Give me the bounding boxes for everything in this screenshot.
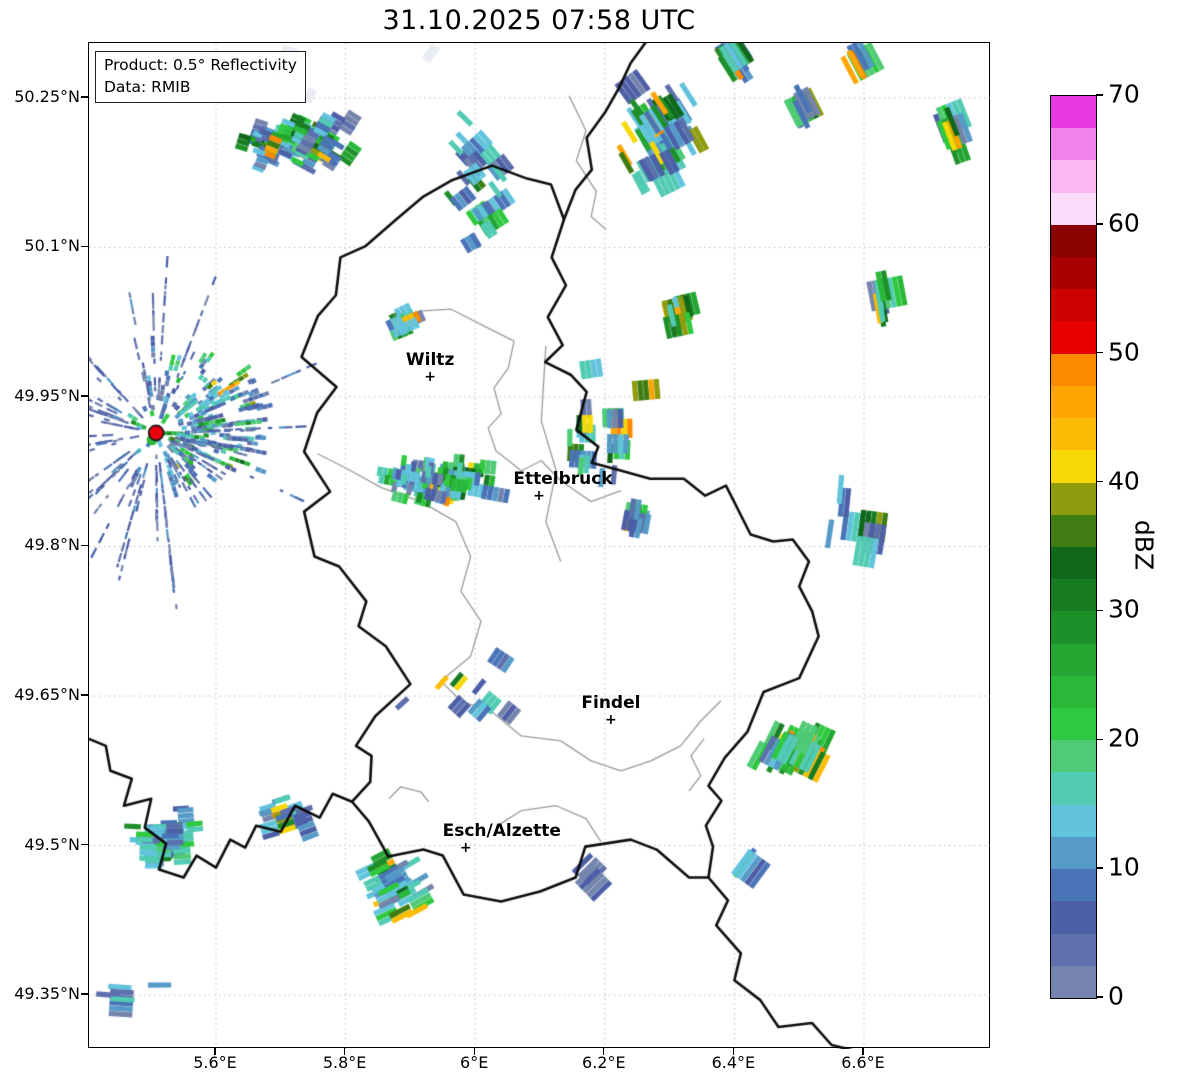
lon-tick-label: 5.6°E xyxy=(193,1053,237,1072)
lon-tick-mark xyxy=(603,1048,605,1055)
colorbar-segment xyxy=(1051,901,1096,934)
colorbar-tick-mark xyxy=(1096,352,1103,354)
city-label: Ettelbruck xyxy=(513,468,613,489)
city-marker: + xyxy=(605,712,617,729)
colorbar-segment xyxy=(1051,708,1096,741)
colorbar-tick-mark xyxy=(1096,223,1103,225)
colorbar-segment xyxy=(1051,869,1096,902)
lon-tick-mark xyxy=(343,1048,346,1055)
colorbar-segment xyxy=(1051,160,1096,193)
lat-tick-mark xyxy=(81,395,88,397)
city-marker: + xyxy=(424,369,436,386)
colorbar-segment xyxy=(1051,482,1096,515)
colorbar-segment xyxy=(1051,804,1096,837)
colorbar-segment xyxy=(1051,353,1096,386)
lat-tick-label: 49.8°N xyxy=(24,535,80,555)
colorbar-tick-label: 10 xyxy=(1108,852,1140,882)
lat-tick-mark xyxy=(81,245,88,248)
colorbar-segment xyxy=(1051,546,1096,580)
colorbar-segment xyxy=(1051,611,1096,644)
map-plot-area: Product: 0.5° Reflectivity Data: RMIB xyxy=(88,42,991,1049)
colorbar-segment xyxy=(1051,224,1096,257)
colorbar-segment xyxy=(1051,836,1096,870)
lat-tick-label: 50.25°N xyxy=(14,86,80,106)
colorbar-segment xyxy=(1051,418,1096,451)
lat-tick-label: 50.1°N xyxy=(24,236,80,256)
colorbar-tick-mark xyxy=(1096,94,1103,96)
colorbar-segment xyxy=(1051,289,1096,322)
lon-tick-mark xyxy=(473,1048,475,1055)
product-info-box: Product: 0.5° Reflectivity Data: RMIB xyxy=(95,51,306,104)
lon-tick-label: 6.6°E xyxy=(841,1053,885,1072)
colorbar-tick-mark xyxy=(1096,480,1103,483)
colorbar-segment xyxy=(1051,675,1096,709)
lat-tick-mark xyxy=(81,843,88,846)
colorbar-segment xyxy=(1051,514,1096,547)
radar-map-page: { "title": "31.10.2025 07:58 UTC", "info… xyxy=(0,0,1184,1081)
lat-tick-mark xyxy=(81,544,88,547)
lon-tick-mark xyxy=(732,1048,735,1055)
colorbar-tick-label: 70 xyxy=(1108,79,1140,109)
data-source-line: Data: RMIB xyxy=(104,77,191,96)
colorbar-segment xyxy=(1051,95,1096,129)
colorbar-segment xyxy=(1051,385,1096,419)
colorbar-tick-label: 0 xyxy=(1108,981,1124,1011)
city-label: Esch/Alzette xyxy=(442,820,561,841)
lat-tick-label: 49.35°N xyxy=(14,984,80,1004)
lat-tick-label: 49.95°N xyxy=(14,385,80,405)
colorbar-segment xyxy=(1051,256,1096,290)
colorbar-tick-mark xyxy=(1096,996,1103,998)
colorbar-segment xyxy=(1051,965,1096,998)
colorbar-segment xyxy=(1051,740,1096,773)
city-marker: + xyxy=(459,839,472,856)
lon-tick-label: 5.8°E xyxy=(322,1053,367,1072)
colorbar xyxy=(1050,95,1097,999)
colorbar-segment xyxy=(1051,772,1096,805)
colorbar-segment xyxy=(1051,321,1096,354)
lat-tick-mark xyxy=(81,694,88,696)
colorbar-tick-label: 60 xyxy=(1108,208,1140,238)
colorbar-tick-label: 40 xyxy=(1108,465,1140,495)
colorbar-segment xyxy=(1051,192,1096,225)
radar-map-canvas xyxy=(89,43,991,1049)
colorbar-tick-mark xyxy=(1096,609,1103,612)
colorbar-segment xyxy=(1051,643,1096,676)
lon-tick-mark xyxy=(214,1048,216,1055)
lat-tick-label: 49.65°N xyxy=(14,685,80,705)
colorbar-segment xyxy=(1051,933,1096,966)
lat-tick-mark xyxy=(81,993,88,995)
page-title: 31.10.2025 07:58 UTC xyxy=(382,5,696,36)
colorbar-tick-label: 20 xyxy=(1108,723,1140,753)
colorbar-tick-mark xyxy=(1096,738,1103,740)
colorbar-segment xyxy=(1051,128,1096,161)
lon-tick-label: 6.4°E xyxy=(711,1053,756,1072)
city-label: Wiltz xyxy=(405,349,455,370)
colorbar-tick-mark xyxy=(1096,867,1103,869)
city-marker: + xyxy=(533,487,545,504)
product-info-line: Product: 0.5° Reflectivity xyxy=(104,56,297,74)
city-label: Findel xyxy=(581,692,641,713)
lon-tick-mark xyxy=(862,1048,864,1055)
lon-tick-label: 6°E xyxy=(460,1053,489,1072)
lon-tick-label: 6.2°E xyxy=(582,1053,626,1072)
colorbar-segment xyxy=(1051,450,1096,483)
colorbar-segment xyxy=(1051,579,1096,612)
colorbar-tick-label: 30 xyxy=(1108,594,1140,624)
colorbar-unit-label: dBZ xyxy=(1129,519,1159,571)
lat-tick-label: 49.5°N xyxy=(24,834,80,854)
lat-tick-mark xyxy=(81,96,88,98)
colorbar-tick-label: 50 xyxy=(1108,337,1140,367)
